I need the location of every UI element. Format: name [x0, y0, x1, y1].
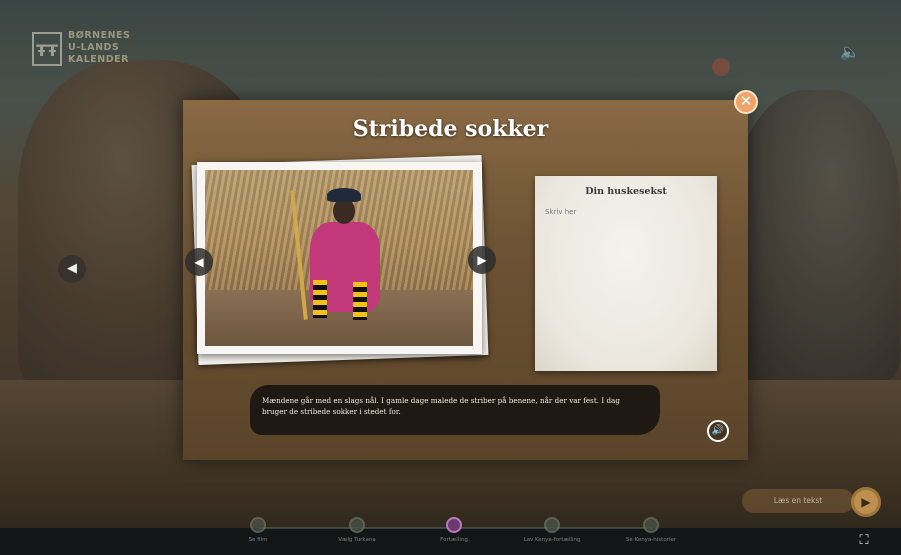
previous-image-button[interactable]: ◀ [185, 248, 213, 276]
audio-icon[interactable]: 🔊 [707, 420, 729, 442]
logo[interactable]: ŦŦ BØRNENES U-LANDS KALENDER [32, 30, 152, 70]
step-dot [544, 517, 560, 533]
step-fortaelling[interactable]: Fortælling [409, 517, 499, 543]
logo-line-3: KALENDER [68, 54, 129, 65]
logo-line-2: U-LANDS [68, 42, 120, 53]
modal-title: Stribede sokker [352, 116, 549, 142]
step-lav-kenya-fortaelling[interactable]: Lav Kenya-fortælling [507, 517, 597, 543]
speaker-icon[interactable]: 🔈 [840, 42, 860, 62]
step-label: Se film [248, 537, 268, 543]
note-title: Din huskesekst [585, 186, 667, 197]
step-dot-active [446, 517, 462, 533]
logo-text: BØRNENES U-LANDS KALENDER [68, 30, 158, 66]
step-label: Se Kenya-historier [625, 537, 677, 543]
step-dot [250, 517, 266, 533]
step-label: Vælg Turkana [338, 537, 376, 543]
read-text-button[interactable]: Læs en tekst [742, 489, 854, 513]
logo-line-1: BØRNENES [68, 30, 131, 41]
play-icon[interactable]: ▶ [851, 487, 881, 517]
caption-text: Mændene går med en slags nål. I gamle da… [262, 396, 620, 416]
step-label: Lav Kenya-fortælling [523, 537, 581, 543]
photo-person-hat [327, 188, 361, 202]
step-dot [643, 517, 659, 533]
step-dot [349, 517, 365, 533]
fullscreen-icon[interactable]: ⛶ [856, 533, 872, 549]
background-arrow-left-icon: ◀ [58, 255, 86, 283]
step-se-film[interactable]: Se film [213, 517, 303, 543]
step-vaelg-turkana[interactable]: Vælg Turkana [312, 517, 402, 543]
background-hotspot [712, 58, 730, 76]
note-input[interactable] [545, 208, 705, 358]
next-image-button[interactable]: ▶ [468, 246, 496, 274]
close-button[interactable]: ✕ [734, 90, 758, 114]
step-label: Fortælling [440, 537, 468, 543]
logo-mark: ŦŦ [32, 32, 62, 66]
step-se-kenya-historier[interactable]: Se Kenya-historier [606, 517, 696, 543]
story-photo [205, 170, 473, 346]
photo-striped-sock-right [353, 282, 367, 320]
photo-striped-sock-left [313, 280, 327, 318]
